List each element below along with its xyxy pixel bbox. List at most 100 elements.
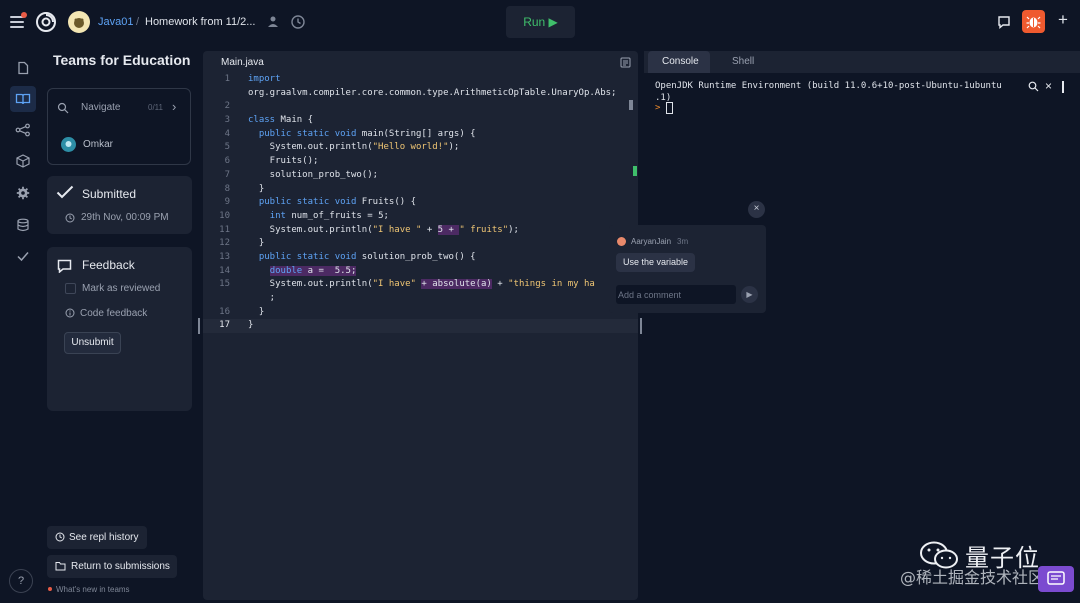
- code-text[interactable]: public static void main(String[] args) {: [248, 128, 476, 142]
- repl-history-button[interactable]: See repl history: [47, 526, 147, 549]
- code-text[interactable]: }: [248, 319, 253, 333]
- close-comment-button[interactable]: ×: [748, 201, 765, 218]
- comment-author[interactable]: AaryanJain: [631, 237, 671, 246]
- code-text[interactable]: public static void Fruits() {: [248, 196, 416, 210]
- console-cursor[interactable]: [666, 102, 673, 114]
- line-number: 7: [224, 169, 230, 180]
- breadcrumb-repl-title[interactable]: Homework from 11/2...: [145, 16, 255, 28]
- code-text[interactable]: double a = 5.5;: [248, 265, 357, 279]
- team-avatar[interactable]: [68, 11, 90, 33]
- checkmark-icon[interactable]: [10, 243, 36, 269]
- scrollbar-thumb[interactable]: [629, 100, 633, 110]
- code-line[interactable]: ;: [203, 292, 638, 306]
- history-icon[interactable]: [290, 14, 306, 30]
- code-line[interactable]: 7 solution_prob_two();: [203, 169, 638, 183]
- mark-reviewed-label[interactable]: Mark as reviewed: [82, 283, 160, 294]
- code-text[interactable]: Fruits();: [248, 155, 319, 169]
- help-button[interactable]: ?: [9, 569, 33, 593]
- whats-new-link[interactable]: What's new in teams: [56, 585, 130, 594]
- code-text[interactable]: System.out.println("I have " + 5 + " fru…: [248, 224, 519, 238]
- code-area[interactable]: 1 import org.graalvm.compiler.core.common.…: [203, 73, 638, 334]
- sidebar-resize-handle[interactable]: [198, 318, 200, 334]
- chevron-right-icon[interactable]: ›: [172, 99, 176, 114]
- teams-sidebar: Teams for Education Navigate 0/11 › Omka…: [44, 46, 198, 603]
- code-text[interactable]: System.out.println("Hello world!");: [248, 141, 460, 155]
- pane-resize-handle[interactable]: [640, 318, 642, 334]
- code-line[interactable]: 6 Fruits();: [203, 155, 638, 169]
- replit-logo-icon[interactable]: [35, 11, 57, 33]
- settings-gear-icon[interactable]: [10, 180, 36, 206]
- packages-icon[interactable]: [10, 148, 36, 174]
- line-number: 12: [219, 238, 230, 249]
- line-number: 14: [219, 265, 230, 276]
- code-line[interactable]: 8 }: [203, 183, 638, 197]
- search-icon[interactable]: [1028, 81, 1039, 92]
- watermark-subtitle: @稀土掘金技术社区: [900, 568, 1045, 587]
- mark-reviewed-checkbox[interactable]: [65, 283, 76, 294]
- owner-avatar-icon[interactable]: [266, 14, 280, 28]
- code-text[interactable]: solution_prob_two();: [248, 169, 378, 183]
- bug-report-button[interactable]: [1022, 10, 1045, 33]
- return-submissions-button[interactable]: Return to submissions: [47, 555, 177, 578]
- unsubmit-button[interactable]: Unsubmit: [64, 332, 121, 354]
- code-line[interactable]: 4 public static void main(String[] args)…: [203, 128, 638, 142]
- code-text[interactable]: }: [248, 237, 264, 251]
- code-line[interactable]: 5 System.out.println("Hello world!");: [203, 141, 638, 155]
- line-number: 13: [219, 251, 230, 262]
- scrollbar-change-marker: [633, 166, 637, 176]
- editor-options-icon[interactable]: [620, 57, 631, 68]
- files-icon[interactable]: [10, 55, 36, 81]
- code-line[interactable]: 9 public static void Fruits() {: [203, 196, 638, 210]
- breadcrumb-user[interactable]: Java01: [98, 16, 133, 28]
- tab-main-java[interactable]: Main.java: [211, 53, 274, 75]
- database-icon[interactable]: [10, 212, 36, 238]
- code-editor[interactable]: Main.java 1 import org.graalvm.compiler.co…: [203, 51, 638, 600]
- code-line[interactable]: 12 }: [203, 237, 638, 251]
- breadcrumb-separator: /: [136, 16, 140, 28]
- chat-icon[interactable]: [997, 15, 1011, 29]
- code-line[interactable]: 11 System.out.println("I have " + 5 + " …: [203, 224, 638, 238]
- code-text[interactable]: class Main {: [248, 114, 313, 128]
- notification-dot: [21, 12, 27, 18]
- return-submissions-label: Return to submissions: [71, 561, 170, 572]
- code-text[interactable]: }: [248, 306, 264, 320]
- code-text[interactable]: org.graalvm.compiler.core.common.type.Ar…: [248, 87, 616, 101]
- line-number: 9: [224, 197, 230, 208]
- code-text[interactable]: int num_of_fruits = 5;: [248, 210, 389, 224]
- code-line[interactable]: 1 import: [203, 73, 638, 87]
- code-text[interactable]: }: [248, 183, 264, 197]
- code-text[interactable]: System.out.println("I have" + absolute(a…: [248, 278, 595, 292]
- share-icon[interactable]: [10, 117, 36, 143]
- navigate-label[interactable]: Navigate: [81, 102, 120, 113]
- floating-chat-icon[interactable]: [1038, 566, 1074, 592]
- icon-rail: [0, 46, 44, 603]
- plus-icon[interactable]: +: [1055, 11, 1071, 28]
- comment-input[interactable]: [616, 285, 736, 304]
- repl-history-label: See repl history: [69, 532, 139, 543]
- send-comment-button[interactable]: ▶: [741, 286, 758, 303]
- check-icon: [56, 185, 74, 199]
- code-line[interactable]: org.graalvm.compiler.core.common.type.Ar…: [203, 87, 638, 101]
- code-feedback-label[interactable]: Code feedback: [80, 308, 147, 319]
- student-name[interactable]: Omkar: [83, 139, 113, 150]
- console-output: OpenJDK Runtime Environment (build 11.0.…: [655, 80, 1002, 104]
- code-line[interactable]: 17}: [203, 319, 638, 334]
- code-line[interactable]: 16 }: [203, 306, 638, 320]
- code-text[interactable]: ;: [248, 292, 275, 306]
- code-text[interactable]: public static void solution_prob_two() {: [248, 251, 476, 265]
- line-number: 1: [224, 74, 230, 84]
- run-button[interactable]: Run ▶: [506, 6, 575, 38]
- tab-console[interactable]: Console: [648, 51, 710, 73]
- code-line[interactable]: 14 double a = 5.5;: [203, 265, 638, 279]
- line-number: 5: [224, 142, 230, 153]
- code-text[interactable]: import: [248, 73, 281, 87]
- teams-book-icon[interactable]: [10, 86, 36, 112]
- tab-shell[interactable]: Shell: [718, 51, 768, 73]
- code-line[interactable]: 13 public static void solution_prob_two(…: [203, 251, 638, 265]
- code-line[interactable]: 3 class Main {: [203, 114, 638, 128]
- code-line[interactable]: 10 int num_of_fruits = 5;: [203, 210, 638, 224]
- clear-console-icon[interactable]: ×: [1045, 79, 1052, 93]
- code-line[interactable]: 15 System.out.println("I have" + absolut…: [203, 278, 638, 292]
- console-output-line: OpenJDK Runtime Environment (build 11.0.…: [655, 81, 1002, 91]
- code-line[interactable]: 2: [203, 100, 638, 114]
